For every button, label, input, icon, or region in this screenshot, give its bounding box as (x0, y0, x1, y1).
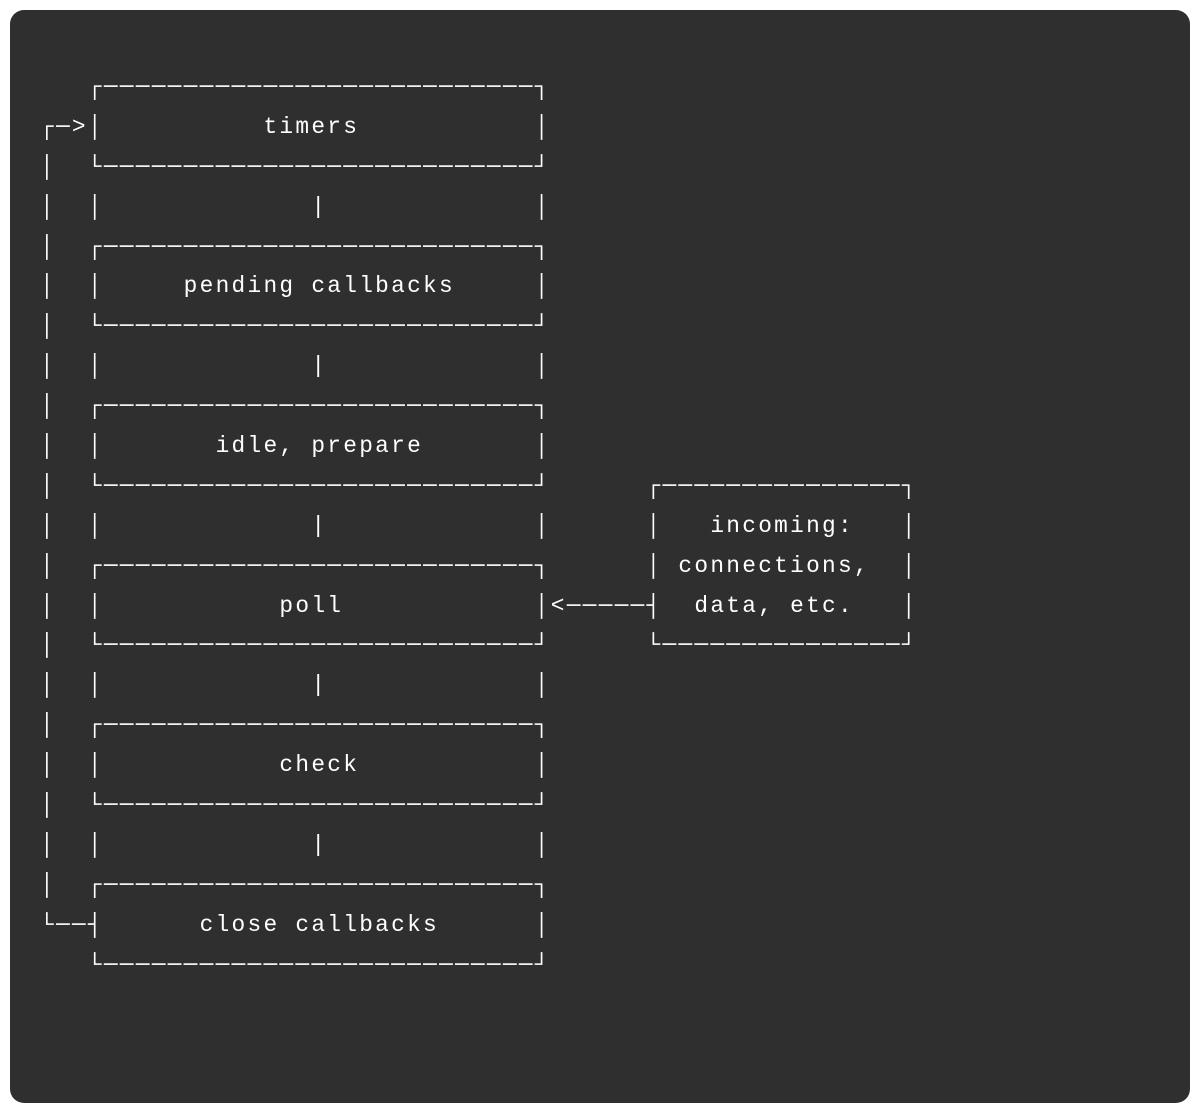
event-loop-diagram: ┌───────────────────────────┐ ┌─>│ timer… (10, 10, 1190, 1103)
ascii-diagram: ┌───────────────────────────┐ ┌─>│ timer… (10, 10, 1190, 1035)
